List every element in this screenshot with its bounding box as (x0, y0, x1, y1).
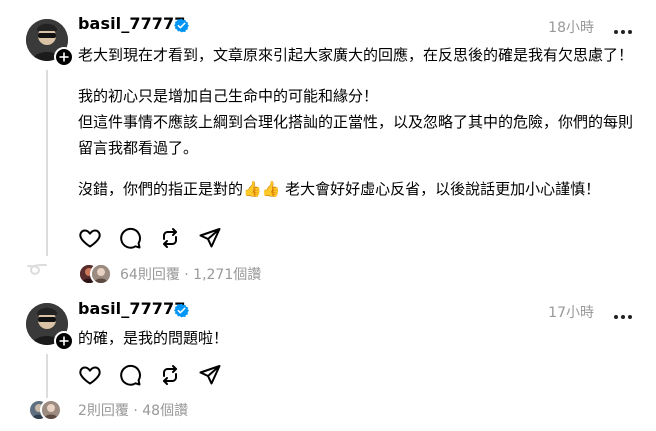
username[interactable]: basil_77777 (78, 14, 186, 33)
follow-plus-icon[interactable] (54, 47, 74, 67)
share-icon[interactable] (198, 226, 222, 250)
post-paragraph: 的確，是我的問題啦！ (78, 329, 229, 347)
reply-like-stats[interactable]: 2則回覆 · 48個讚 (78, 400, 188, 420)
post-paragraph-with-emoji: 沒錯，你們的指正是對的👍👍 老大會好好虛心反省，以後說話更加小心謹慎！ (78, 176, 638, 202)
follow-plus-icon[interactable] (54, 331, 74, 351)
verified-badge-icon (174, 303, 189, 318)
repost-icon[interactable] (158, 226, 182, 250)
replies-row[interactable]: 64則回覆 · 1,271個讚 (78, 263, 338, 285)
thread-loop-icon (27, 262, 47, 281)
heart-icon[interactable] (78, 363, 102, 387)
thread-connector-line (46, 70, 48, 256)
more-options-icon[interactable] (612, 305, 634, 319)
post-paragraph: 老大到現在才看到，文章原來引起大家廣大的回應，在反思後的確是我有欠思慮了！ (78, 46, 634, 64)
comment-icon[interactable] (118, 363, 142, 387)
more-options-icon[interactable] (612, 20, 634, 34)
avatar[interactable] (26, 303, 74, 351)
comment-icon[interactable] (118, 226, 142, 250)
action-bar (78, 363, 228, 387)
post-body: 的確，是我的問題啦！ (78, 325, 638, 351)
replier-avatar (90, 263, 112, 285)
repost-icon[interactable] (158, 363, 182, 387)
post-paragraph: 但這件事情不應該上綱到合理化搭訕的正當性，以及忽略了其中的危險，你們的每則留言我… (78, 113, 634, 157)
timestamp: 17小時 (548, 305, 594, 321)
post-body: 老大到現在才看到，文章原來引起大家廣大的回應，在反思後的確是我有欠思慮了！ 我的… (78, 42, 638, 202)
avatar[interactable] (26, 19, 74, 67)
thumbs-up-emoji: 👍👍 (243, 180, 281, 198)
post-text: 沒錯，你們的指正是對的 (78, 180, 244, 198)
heart-icon[interactable] (78, 226, 102, 250)
replies-row[interactable]: 2則回覆 · 48個讚 (28, 399, 288, 421)
timestamp: 18小時 (548, 20, 594, 36)
reply-like-stats[interactable]: 64則回覆 · 1,271個讚 (120, 264, 261, 284)
thread-post: basil_77777 18小時 老大到現在才看到，文章原來引起大家廣大的回應，… (0, 0, 656, 290)
replier-avatar (40, 399, 62, 421)
thread-connector-line (46, 354, 48, 398)
post-paragraph: 我的初心只是增加自己生命中的可能和緣分！ (78, 87, 379, 105)
verified-badge-icon (174, 18, 189, 33)
thread-post: basil_77777 17小時 的確，是我的問題啦！ 2則回覆 · 48個讚 (0, 290, 656, 431)
post-text: 老大會好好虛心反省，以後說話更加小心謹慎！ (285, 180, 601, 198)
action-bar (78, 226, 228, 250)
username[interactable]: basil_77777 (78, 299, 186, 318)
share-icon[interactable] (198, 363, 222, 387)
